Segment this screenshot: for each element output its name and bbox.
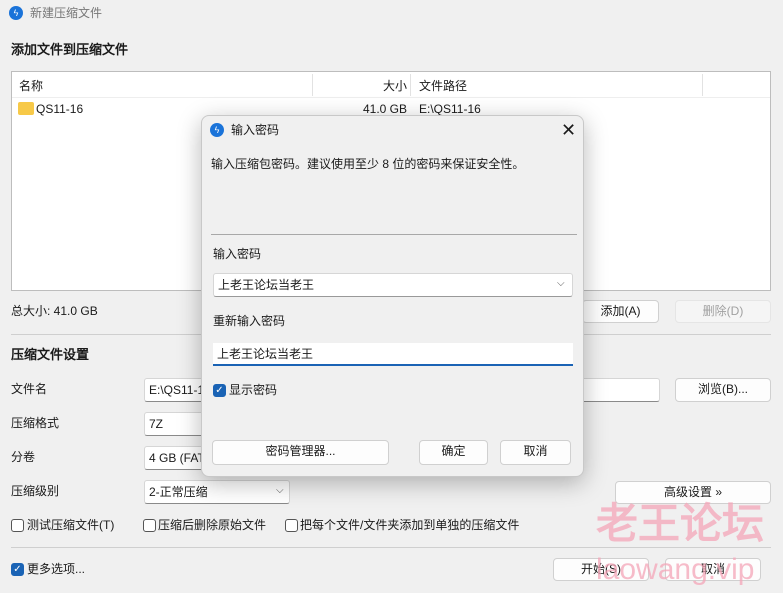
password-value: 上老王论坛当老王: [218, 278, 315, 292]
confirm-label: 重新输入密码: [213, 314, 286, 328]
add-button[interactable]: 添加(A): [582, 300, 659, 323]
app-bolt-icon: ϟ: [9, 6, 23, 20]
dialog-cancel-button[interactable]: 取消: [500, 440, 571, 465]
level-label: 压缩级别: [11, 484, 60, 498]
more-options-checkbox[interactable]: ✓: [11, 563, 24, 576]
more-options-label: 更多选项...: [27, 562, 86, 576]
password-manager-button[interactable]: 密码管理器...: [212, 440, 389, 465]
row-name: QS11-16: [36, 102, 84, 116]
chevron-down-icon: ⌵: [276, 485, 284, 496]
show-password-checkbox[interactable]: ✓: [213, 384, 226, 397]
chevron-down-icon[interactable]: ⌵: [557, 278, 565, 289]
delete-button[interactable]: 删除(D): [675, 300, 771, 323]
column-path[interactable]: 文件路径: [419, 78, 467, 94]
password-dialog: ϟ 输入密码 ✕ 输入压缩包密码。建议使用至少 8 位的密码来保证安全性。 输入…: [201, 115, 584, 477]
level-select[interactable]: 2-正常压缩: [144, 480, 290, 504]
settings-heading: 压缩文件设置: [11, 347, 90, 362]
column-size[interactable]: 大小: [312, 78, 407, 94]
confirm-password-input[interactable]: 上老王论坛当老王: [213, 343, 573, 366]
test-label: 测试压缩文件(T): [27, 518, 115, 532]
browse-button[interactable]: 浏览(B)...: [675, 378, 771, 402]
level-value: 2-正常压缩: [149, 485, 208, 499]
total-size: 总大小: 41.0 GB: [11, 304, 98, 318]
column-name[interactable]: 名称: [19, 78, 43, 94]
watermark-url: laowang.vip: [596, 553, 755, 586]
separate-archives-label: 把每个文件/文件夹添加到单独的压缩文件: [300, 518, 520, 532]
close-icon[interactable]: ✕: [561, 119, 576, 141]
window-title: 新建压缩文件: [30, 6, 103, 20]
filename-label: 文件名: [11, 382, 48, 396]
test-checkbox[interactable]: [11, 519, 24, 532]
password-combo[interactable]: 上老王论坛当老王: [213, 273, 573, 297]
separate-archives-checkbox[interactable]: [285, 519, 298, 532]
files-heading: 添加文件到压缩文件: [11, 42, 129, 57]
dialog-description: 输入压缩包密码。建议使用至少 8 位的密码来保证安全性。: [211, 157, 525, 171]
folder-icon: [18, 102, 34, 115]
ok-button[interactable]: 确定: [419, 440, 488, 465]
dialog-title: 输入密码: [231, 123, 280, 137]
password-label: 输入密码: [213, 247, 262, 261]
format-label: 压缩格式: [11, 416, 60, 430]
show-password-label: 显示密码: [229, 383, 278, 397]
app-bolt-icon: ϟ: [210, 123, 224, 137]
delete-source-label: 压缩后删除原始文件: [158, 518, 267, 532]
watermark-text: 老王论坛: [596, 500, 765, 547]
delete-source-checkbox[interactable]: [143, 519, 156, 532]
volume-label: 分卷: [11, 450, 36, 464]
